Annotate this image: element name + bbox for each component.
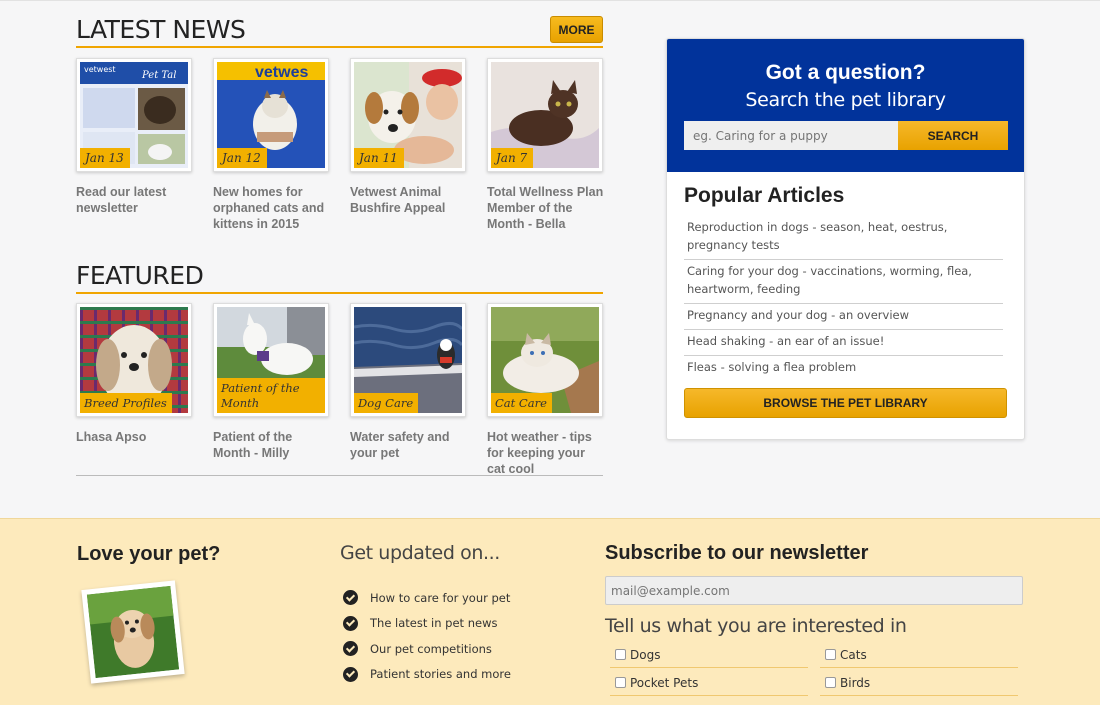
- popular-articles-list: Reproduction in dogs - season, heat, oes…: [684, 216, 1003, 381]
- updates-list: How to care for your pet The latest in p…: [343, 585, 511, 687]
- featured-title[interactable]: Patient of the Month - Milly: [213, 429, 330, 461]
- latest-news-header: LATEST NEWS MORE: [76, 15, 603, 48]
- featured-thumbnail[interactable]: Cat Care: [487, 303, 603, 417]
- category-tag: Dog Care: [354, 393, 419, 413]
- category-tag: Breed Profiles: [80, 393, 172, 413]
- update-label: The latest in pet news: [370, 616, 498, 631]
- news-card[interactable]: Jan 11 Vetwest Animal Bushfire Appeal: [350, 58, 467, 216]
- article-link[interactable]: Caring for your dog - vaccinations, worm…: [684, 260, 1003, 304]
- article-link[interactable]: Reproduction in dogs - season, heat, oes…: [684, 216, 1003, 260]
- checkbox[interactable]: [615, 649, 626, 660]
- latest-news-heading: LATEST NEWS: [76, 15, 246, 44]
- newsletter-email-input[interactable]: [605, 576, 1023, 605]
- subscribe-title: Subscribe to our newsletter: [605, 542, 869, 564]
- featured-heading: FEATURED: [76, 261, 204, 290]
- check-circle-icon: [343, 666, 358, 682]
- search-panel: Got a question? Search the pet library S…: [667, 39, 1024, 172]
- interests-title: Tell us what you are interested in: [605, 615, 907, 637]
- update-item: Our pet competitions: [343, 636, 511, 662]
- news-thumbnail[interactable]: Jan 11: [350, 58, 466, 172]
- interest-label: Dogs: [630, 647, 661, 662]
- featured-title[interactable]: Hot weather - tips for keeping your cat …: [487, 429, 604, 477]
- featured-thumbnail[interactable]: Breed Profiles: [76, 303, 192, 417]
- update-item: How to care for your pet: [343, 585, 511, 611]
- news-thumbnail[interactable]: Jan 7: [487, 58, 603, 172]
- more-button[interactable]: MORE: [550, 16, 603, 43]
- featured-card[interactable]: Patient of the Month Patient of the Mont…: [213, 303, 330, 461]
- featured-card[interactable]: Breed Profiles Lhasa Apso: [76, 303, 193, 445]
- date-tag: Jan 12: [217, 148, 267, 168]
- featured-card[interactable]: Cat Care Hot weather - tips for keeping …: [487, 303, 604, 477]
- article-link[interactable]: Head shaking - an ear of an issue!: [684, 330, 1003, 356]
- interest-label: Cats: [840, 647, 867, 662]
- interest-label: Birds: [840, 675, 871, 690]
- interest-label: Pocket Pets: [630, 675, 699, 690]
- news-card[interactable]: vetwes Jan 12 New homes for orphaned cat…: [213, 58, 330, 232]
- update-item: The latest in pet news: [343, 611, 511, 637]
- check-circle-icon: [343, 641, 358, 657]
- news-title[interactable]: Total Wellness Plan Member of the Month …: [487, 184, 604, 232]
- footer: Love your pet? Get updated on... How to …: [0, 518, 1100, 705]
- article-link[interactable]: Fleas - solving a flea problem: [684, 356, 1003, 381]
- news-card[interactable]: Jan 7 Total Wellness Plan Member of the …: [487, 58, 604, 232]
- pet-library-panel: Got a question? Search the pet library S…: [666, 38, 1025, 440]
- featured-header: FEATURED: [76, 261, 603, 294]
- date-tag: Jan 13: [80, 148, 130, 168]
- featured-card[interactable]: Dog Care Water safety and your pet: [350, 303, 467, 461]
- featured-title[interactable]: Lhasa Apso: [76, 429, 193, 445]
- featured-divider: [76, 475, 603, 476]
- check-circle-icon: [343, 615, 358, 631]
- search-question: Got a question?: [765, 61, 926, 84]
- interest-birds[interactable]: Birds: [820, 670, 1018, 696]
- update-item: Patient stories and more: [343, 662, 511, 688]
- pet-library-search-input[interactable]: [684, 121, 898, 150]
- checkbox[interactable]: [615, 677, 626, 688]
- puppy-photo: [81, 580, 185, 684]
- news-thumbnail[interactable]: vetwest Pet Tal Jan 13: [76, 58, 192, 172]
- svg-text:Pet Tal: Pet Tal: [141, 70, 176, 81]
- news-title[interactable]: New homes for orphaned cats and kittens …: [213, 184, 330, 232]
- featured-title[interactable]: Water safety and your pet: [350, 429, 467, 461]
- puppy-image: [86, 585, 180, 679]
- main-content: LATEST NEWS MORE vetwest Pet Tal Jan 13 …: [0, 0, 1100, 518]
- get-updated-title: Get updated on...: [340, 542, 500, 564]
- svg-text:vetwest: vetwest: [84, 65, 116, 74]
- interest-pocket-pets[interactable]: Pocket Pets: [610, 670, 808, 696]
- article-link[interactable]: Pregnancy and your dog - an overview: [684, 304, 1003, 330]
- update-label: Our pet competitions: [370, 641, 492, 656]
- category-tag: Cat Care: [491, 393, 552, 413]
- featured-thumbnail[interactable]: Patient of the Month: [213, 303, 329, 417]
- news-thumbnail[interactable]: vetwes Jan 12: [213, 58, 329, 172]
- love-your-pet-title: Love your pet?: [77, 543, 221, 565]
- news-title[interactable]: Vetwest Animal Bushfire Appeal: [350, 184, 467, 216]
- news-title[interactable]: Read our latest newsletter: [76, 184, 193, 216]
- featured-thumbnail[interactable]: Dog Care: [350, 303, 466, 417]
- news-card[interactable]: vetwest Pet Tal Jan 13 Read our latest n…: [76, 58, 193, 216]
- search-subtitle: Search the pet library: [745, 89, 946, 111]
- checkbox[interactable]: [825, 677, 836, 688]
- search-button[interactable]: SEARCH: [898, 121, 1008, 150]
- interest-dogs[interactable]: Dogs: [610, 642, 808, 668]
- interest-cats[interactable]: Cats: [820, 642, 1018, 668]
- update-label: How to care for your pet: [370, 590, 511, 605]
- svg-text:vetwes: vetwes: [255, 64, 308, 81]
- category-tag: Patient of the Month: [217, 378, 325, 413]
- update-label: Patient stories and more: [370, 667, 511, 682]
- browse-library-button[interactable]: BROWSE THE PET LIBRARY: [684, 388, 1007, 418]
- popular-articles-title: Popular Articles: [684, 184, 845, 207]
- date-tag: Jan 7: [491, 148, 534, 168]
- check-circle-icon: [343, 590, 358, 606]
- checkbox[interactable]: [825, 649, 836, 660]
- date-tag: Jan 11: [354, 148, 404, 168]
